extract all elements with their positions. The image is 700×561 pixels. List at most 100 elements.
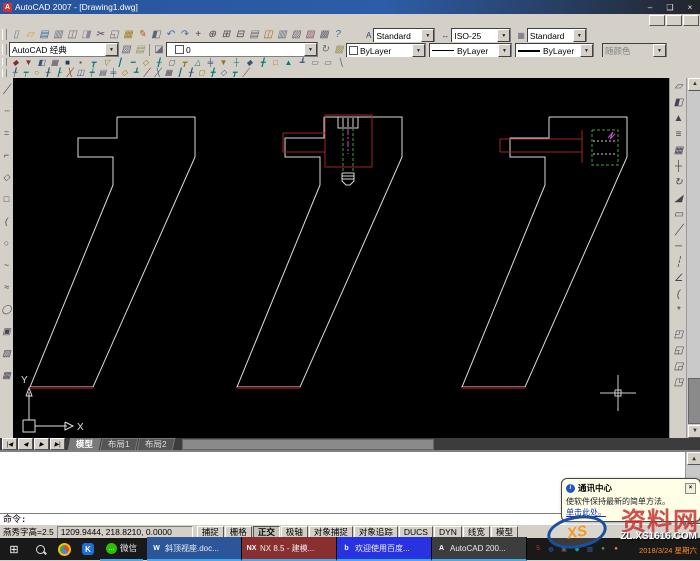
- tool-icon[interactable]: ╋: [256, 58, 269, 67]
- k-app-button[interactable]: K: [76, 538, 100, 560]
- polygon-icon[interactable]: ◇: [1, 166, 13, 188]
- layer-properties-icon[interactable]: ◪: [152, 43, 166, 56]
- tool-icon[interactable]: ╳: [64, 68, 75, 78]
- trim-icon[interactable]: ╱: [671, 222, 686, 238]
- canvas-vertical-scrollbar[interactable]: ▲ ▼: [686, 78, 700, 438]
- task-nx[interactable]: NX NX 8.5 - 建模...: [242, 537, 337, 561]
- scroll-up-icon[interactable]: ▲: [688, 78, 700, 91]
- scrollbar-thumb[interactable]: [688, 378, 700, 424]
- tool-icon[interactable]: ╳: [152, 68, 163, 78]
- tray-icon[interactable]: ◆: [572, 544, 582, 554]
- start-button[interactable]: ⊞: [0, 538, 28, 560]
- layout-tab[interactable]: 模型: [68, 438, 102, 450]
- circle-icon[interactable]: ○: [1, 232, 13, 254]
- tool-icon[interactable]: ┃: [113, 58, 126, 67]
- tool-icon[interactable]: ╪: [108, 68, 119, 78]
- mdi-control-button[interactable]: [683, 15, 699, 26]
- tool-icon[interactable]: ╂: [42, 68, 53, 78]
- hatch-icon[interactable]: ▨: [1, 342, 13, 364]
- tray-icon[interactable]: S: [533, 544, 543, 554]
- draworder-front-icon[interactable]: ◰: [671, 326, 686, 342]
- toolbar-grip[interactable]: [2, 29, 7, 40]
- save-icon[interactable]: ▤: [37, 28, 51, 41]
- tool-icon[interactable]: ◆: [243, 58, 256, 67]
- plot-icon[interactable]: ▥: [51, 28, 65, 41]
- chevron-down-icon[interactable]: ▼: [497, 29, 510, 42]
- tool-icon[interactable]: ┳: [87, 58, 100, 67]
- tool-icon[interactable]: ┻: [295, 58, 308, 67]
- layout-tab[interactable]: 布局2: [136, 438, 174, 450]
- tool-icon[interactable]: ┻: [130, 68, 141, 78]
- mdi-control-button[interactable]: [649, 15, 665, 26]
- tab-nav-button[interactable]: ▶: [34, 438, 49, 450]
- polyline-icon[interactable]: ⌐: [1, 144, 13, 166]
- extend-icon[interactable]: ─: [671, 238, 686, 254]
- lineweight-combo[interactable]: ByLayer ▼: [515, 43, 594, 58]
- tray-icon[interactable]: ●: [598, 544, 608, 554]
- toolbar-grip[interactable]: [2, 69, 7, 77]
- table-icon[interactable]: ▦: [1, 364, 13, 386]
- tool-icon[interactable]: ◆: [9, 58, 22, 67]
- move-icon[interactable]: ┼: [671, 158, 686, 174]
- tool-icon[interactable]: ╱: [141, 68, 152, 78]
- balloon-link[interactable]: 单击此处。: [566, 507, 696, 518]
- new-icon[interactable]: ▯: [9, 28, 23, 41]
- tool-icon[interactable]: ━: [126, 58, 139, 67]
- tool-icon[interactable]: ■: [61, 58, 74, 67]
- open-icon[interactable]: ▱: [23, 28, 37, 41]
- tool-icon[interactable]: ┿: [86, 68, 97, 78]
- copy-object-icon[interactable]: ◧: [671, 94, 686, 110]
- workspace-settings-icon[interactable]: ▧: [119, 43, 133, 56]
- undo-icon[interactable]: ↶: [163, 28, 177, 41]
- copy-icon[interactable]: ◱: [107, 28, 121, 41]
- balloon-close-icon[interactable]: ×: [685, 483, 696, 494]
- chevron-down-icon[interactable]: ▼: [421, 29, 434, 42]
- layout-tab[interactable]: 布局1: [100, 438, 138, 450]
- tool-icon[interactable]: ▭: [308, 58, 321, 67]
- tool-icon[interactable]: ▲: [282, 58, 295, 67]
- tool-icon[interactable]: ◇: [218, 68, 229, 78]
- layer-color-swatch[interactable]: [175, 45, 184, 54]
- tool-icon[interactable]: ▦: [48, 58, 61, 67]
- tool-icon[interactable]: ◫: [75, 68, 86, 78]
- tray-icon[interactable]: ▣: [559, 544, 569, 554]
- scale-icon[interactable]: ◢: [671, 190, 686, 206]
- tool-icon[interactable]: ┃: [174, 68, 185, 78]
- quickcalc-icon[interactable]: ▩: [317, 28, 331, 41]
- tool-icon[interactable]: ◻: [165, 58, 178, 67]
- tool-icon[interactable]: ▼: [217, 58, 230, 67]
- chevron-down-icon[interactable]: ▼: [580, 44, 593, 57]
- cut-icon[interactable]: ✂: [93, 28, 107, 41]
- zoom-window-icon[interactable]: ⊞: [219, 28, 233, 41]
- layer-previous-icon[interactable]: ↻: [318, 43, 332, 56]
- tool-icon[interactable]: □: [269, 58, 282, 67]
- draworder-above-icon[interactable]: ◲: [671, 358, 686, 374]
- tool-icon[interactable]: ┳: [178, 58, 191, 67]
- toolbar-grip[interactable]: [2, 58, 7, 66]
- markup-icon[interactable]: ▨: [303, 28, 317, 41]
- block-editor-icon[interactable]: ◧: [149, 28, 163, 41]
- tab-nav-button[interactable]: ▶|: [50, 438, 65, 450]
- line-icon[interactable]: ╱: [1, 78, 13, 100]
- dim-style-combo[interactable]: ISO-25 ▼: [451, 28, 511, 43]
- tool-icon[interactable]: ┯: [20, 68, 31, 78]
- linetype-combo[interactable]: ByLayer ▼: [429, 43, 512, 58]
- explode-icon[interactable]: *: [671, 302, 686, 318]
- arc-icon[interactable]: (: [1, 210, 13, 232]
- tool-icon[interactable]: ◧: [35, 58, 48, 67]
- tray-icon[interactable]: ▨: [585, 544, 595, 554]
- pan-icon[interactable]: +: [191, 28, 205, 41]
- break-icon[interactable]: ┆: [671, 254, 686, 270]
- tool-icon[interactable]: △: [191, 58, 204, 67]
- insert-block-icon[interactable]: ▣: [1, 320, 13, 342]
- color-control-combo[interactable]: ByLayer ▼: [346, 43, 426, 58]
- chamfer-icon[interactable]: ∠: [671, 270, 686, 286]
- tool-icon[interactable]: ▪: [74, 58, 87, 67]
- redo-icon[interactable]: ↷: [177, 28, 191, 41]
- sheet-set-manager-icon[interactable]: ▧: [289, 28, 303, 41]
- tab-nav-button[interactable]: ◀: [18, 438, 33, 450]
- text-style-combo[interactable]: Standard ▼: [373, 28, 435, 43]
- spline-icon[interactable]: ≈: [1, 276, 13, 298]
- task-word-doc[interactable]: W 斜顶视座.doc...: [147, 537, 242, 561]
- task-autocad[interactable]: A AutoCAD 200...: [432, 537, 527, 561]
